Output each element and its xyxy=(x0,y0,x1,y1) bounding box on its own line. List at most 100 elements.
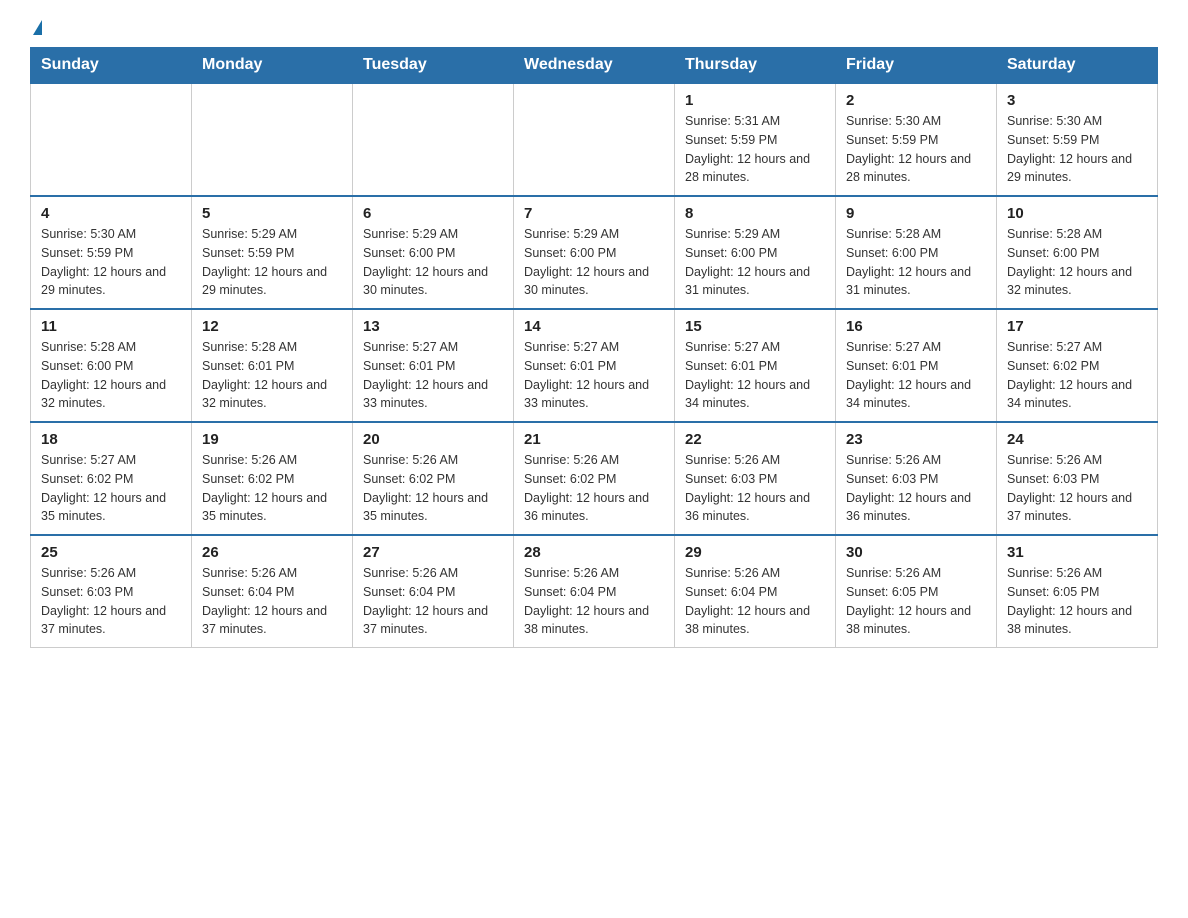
calendar-day-cell: 31Sunrise: 5:26 AMSunset: 6:05 PMDayligh… xyxy=(997,535,1158,648)
calendar-week-row: 11 Sunrise: 5:28 AMSunset: 6:00 PMDayligh… xyxy=(31,309,1158,422)
calendar-day-cell: 28 Sunrise: 5:26 AMSunset: 6:04 PMDayligh… xyxy=(514,535,675,648)
day-sun-info: Sunrise: 5:26 AMSunset: 6:05 PMDaylight:… xyxy=(1007,564,1147,639)
day-number: 15 xyxy=(685,318,825,335)
day-number: 12 xyxy=(202,318,342,335)
calendar-day-cell: 7 Sunrise: 5:29 AMSunset: 6:00 PMDaylight… xyxy=(514,196,675,309)
calendar-day-cell: 16 Sunrise: 5:27 AMSunset: 6:01 PMDayligh… xyxy=(836,309,997,422)
day-sun-info: Sunrise: 5:29 AMSunset: 6:00 PMDaylight:… xyxy=(363,225,503,300)
day-number: 25 xyxy=(41,544,181,561)
calendar-day-cell: 22 Sunrise: 5:26 AMSunset: 6:03 PMDayligh… xyxy=(675,422,836,535)
day-number: 23 xyxy=(846,431,986,448)
calendar-day-cell: 20 Sunrise: 5:26 AMSunset: 6:02 PMDayligh… xyxy=(353,422,514,535)
day-number: 19 xyxy=(202,431,342,448)
day-number: 10 xyxy=(1007,205,1147,222)
day-sun-info: Sunrise: 5:29 AMSunset: 6:00 PMDaylight:… xyxy=(685,225,825,300)
day-number: 3 xyxy=(1007,92,1147,109)
day-number: 9 xyxy=(846,205,986,222)
day-sun-info: Sunrise: 5:28 AMSunset: 6:01 PMDaylight:… xyxy=(202,338,342,413)
calendar-day-cell: 29Sunrise: 5:26 AMSunset: 6:04 PMDayligh… xyxy=(675,535,836,648)
calendar-day-cell: 5Sunrise: 5:29 AMSunset: 5:59 PMDaylight… xyxy=(192,196,353,309)
day-number: 13 xyxy=(363,318,503,335)
day-sun-info: Sunrise: 5:27 AMSunset: 6:01 PMDaylight:… xyxy=(524,338,664,413)
calendar-day-cell: 19 Sunrise: 5:26 AMSunset: 6:02 PMDayligh… xyxy=(192,422,353,535)
day-sun-info: Sunrise: 5:26 AMSunset: 6:03 PMDaylight:… xyxy=(1007,451,1147,526)
day-number: 26 xyxy=(202,544,342,561)
calendar-day-cell: 27 Sunrise: 5:26 AMSunset: 6:04 PMDayligh… xyxy=(353,535,514,648)
calendar-day-cell: 10 Sunrise: 5:28 AMSunset: 6:00 PMDayligh… xyxy=(997,196,1158,309)
day-number: 29 xyxy=(685,544,825,561)
day-sun-info: Sunrise: 5:27 AMSunset: 6:01 PMDaylight:… xyxy=(846,338,986,413)
day-sun-info: Sunrise: 5:26 AMSunset: 6:03 PMDaylight:… xyxy=(846,451,986,526)
day-sun-info: Sunrise: 5:26 AMSunset: 6:04 PMDaylight:… xyxy=(363,564,503,639)
day-sun-info: Sunrise: 5:27 AMSunset: 6:02 PMDaylight:… xyxy=(41,451,181,526)
day-number: 11 xyxy=(41,318,181,335)
calendar-week-row: 25 Sunrise: 5:26 AMSunset: 6:03 PMDayligh… xyxy=(31,535,1158,648)
day-number: 28 xyxy=(524,544,664,561)
calendar-day-cell: 21 Sunrise: 5:26 AMSunset: 6:02 PMDayligh… xyxy=(514,422,675,535)
calendar-week-row: 18 Sunrise: 5:27 AMSunset: 6:02 PMDayligh… xyxy=(31,422,1158,535)
day-of-week-header: Thursday xyxy=(675,48,836,84)
day-sun-info: Sunrise: 5:27 AMSunset: 6:02 PMDaylight:… xyxy=(1007,338,1147,413)
day-number: 22 xyxy=(685,431,825,448)
day-sun-info: Sunrise: 5:28 AMSunset: 6:00 PMDaylight:… xyxy=(1007,225,1147,300)
calendar-day-cell: 2Sunrise: 5:30 AMSunset: 5:59 PMDaylight… xyxy=(836,83,997,196)
days-header-row: SundayMondayTuesdayWednesdayThursdayFrid… xyxy=(31,48,1158,84)
day-sun-info: Sunrise: 5:26 AMSunset: 6:02 PMDaylight:… xyxy=(202,451,342,526)
day-number: 30 xyxy=(846,544,986,561)
day-sun-info: Sunrise: 5:28 AMSunset: 6:00 PMDaylight:… xyxy=(41,338,181,413)
day-sun-info: Sunrise: 5:31 AMSunset: 5:59 PMDaylight:… xyxy=(685,112,825,187)
calendar-day-cell: 11 Sunrise: 5:28 AMSunset: 6:00 PMDayligh… xyxy=(31,309,192,422)
day-number: 27 xyxy=(363,544,503,561)
day-of-week-header: Tuesday xyxy=(353,48,514,84)
day-sun-info: Sunrise: 5:29 AMSunset: 6:00 PMDaylight:… xyxy=(524,225,664,300)
calendar-day-cell: 6 Sunrise: 5:29 AMSunset: 6:00 PMDaylight… xyxy=(353,196,514,309)
calendar-day-cell xyxy=(514,83,675,196)
logo xyxy=(30,20,42,37)
day-number: 18 xyxy=(41,431,181,448)
calendar-day-cell: 25 Sunrise: 5:26 AMSunset: 6:03 PMDayligh… xyxy=(31,535,192,648)
calendar-day-cell: 12 Sunrise: 5:28 AMSunset: 6:01 PMDayligh… xyxy=(192,309,353,422)
day-sun-info: Sunrise: 5:26 AMSunset: 6:05 PMDaylight:… xyxy=(846,564,986,639)
day-number: 20 xyxy=(363,431,503,448)
calendar-day-cell: 18 Sunrise: 5:27 AMSunset: 6:02 PMDayligh… xyxy=(31,422,192,535)
day-number: 4 xyxy=(41,205,181,222)
day-sun-info: Sunrise: 5:26 AMSunset: 6:04 PMDaylight:… xyxy=(524,564,664,639)
calendar-day-cell: 13 Sunrise: 5:27 AMSunset: 6:01 PMDayligh… xyxy=(353,309,514,422)
calendar-day-cell: 4 Sunrise: 5:30 AMSunset: 5:59 PMDaylight… xyxy=(31,196,192,309)
calendar-day-cell: 26Sunrise: 5:26 AMSunset: 6:04 PMDayligh… xyxy=(192,535,353,648)
day-number: 1 xyxy=(685,92,825,109)
day-sun-info: Sunrise: 5:26 AMSunset: 6:02 PMDaylight:… xyxy=(363,451,503,526)
calendar-day-cell xyxy=(192,83,353,196)
calendar-day-cell: 1 Sunrise: 5:31 AMSunset: 5:59 PMDaylight… xyxy=(675,83,836,196)
calendar-day-cell xyxy=(353,83,514,196)
calendar-day-cell: 17Sunrise: 5:27 AMSunset: 6:02 PMDayligh… xyxy=(997,309,1158,422)
day-of-week-header: Sunday xyxy=(31,48,192,84)
calendar-day-cell: 30 Sunrise: 5:26 AMSunset: 6:05 PMDayligh… xyxy=(836,535,997,648)
calendar-table: SundayMondayTuesdayWednesdayThursdayFrid… xyxy=(30,47,1158,648)
day-sun-info: Sunrise: 5:26 AMSunset: 6:03 PMDaylight:… xyxy=(41,564,181,639)
day-of-week-header: Monday xyxy=(192,48,353,84)
day-number: 6 xyxy=(363,205,503,222)
day-number: 16 xyxy=(846,318,986,335)
day-of-week-header: Wednesday xyxy=(514,48,675,84)
day-sun-info: Sunrise: 5:30 AMSunset: 5:59 PMDaylight:… xyxy=(41,225,181,300)
day-sun-info: Sunrise: 5:30 AMSunset: 5:59 PMDaylight:… xyxy=(1007,112,1147,187)
day-of-week-header: Saturday xyxy=(997,48,1158,84)
day-number: 14 xyxy=(524,318,664,335)
day-sun-info: Sunrise: 5:26 AMSunset: 6:03 PMDaylight:… xyxy=(685,451,825,526)
calendar-day-cell: 24 Sunrise: 5:26 AMSunset: 6:03 PMDayligh… xyxy=(997,422,1158,535)
calendar-day-cell: 8 Sunrise: 5:29 AMSunset: 6:00 PMDaylight… xyxy=(675,196,836,309)
page-header xyxy=(30,20,1158,37)
calendar-day-cell: 23 Sunrise: 5:26 AMSunset: 6:03 PMDayligh… xyxy=(836,422,997,535)
day-number: 24 xyxy=(1007,431,1147,448)
day-number: 21 xyxy=(524,431,664,448)
day-number: 8 xyxy=(685,205,825,222)
day-sun-info: Sunrise: 5:27 AMSunset: 6:01 PMDaylight:… xyxy=(363,338,503,413)
calendar-week-row: 1 Sunrise: 5:31 AMSunset: 5:59 PMDaylight… xyxy=(31,83,1158,196)
day-sun-info: Sunrise: 5:27 AMSunset: 6:01 PMDaylight:… xyxy=(685,338,825,413)
calendar-day-cell: 15 Sunrise: 5:27 AMSunset: 6:01 PMDayligh… xyxy=(675,309,836,422)
calendar-week-row: 4 Sunrise: 5:30 AMSunset: 5:59 PMDaylight… xyxy=(31,196,1158,309)
day-number: 7 xyxy=(524,205,664,222)
day-sun-info: Sunrise: 5:26 AMSunset: 6:02 PMDaylight:… xyxy=(524,451,664,526)
day-sun-info: Sunrise: 5:29 AMSunset: 5:59 PMDaylight:… xyxy=(202,225,342,300)
